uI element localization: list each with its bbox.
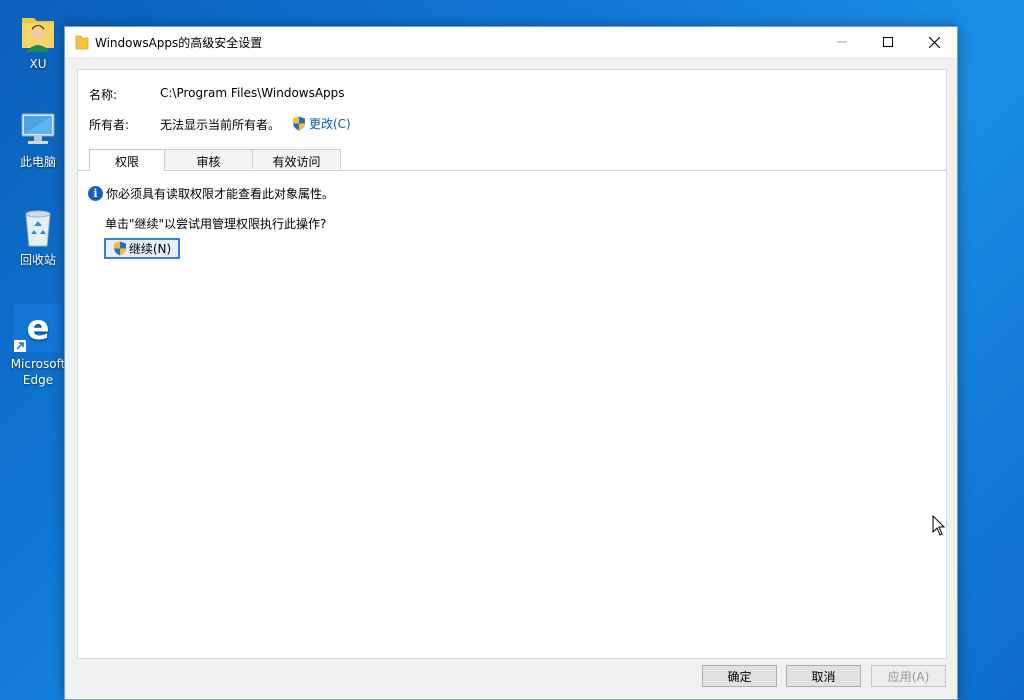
mouse-cursor-icon <box>932 514 946 540</box>
desktop-icon-edge[interactable]: e Microsoft Edge <box>6 304 70 388</box>
desktop-icon-label: XU <box>29 57 47 71</box>
apply-button[interactable]: 应用(A) <box>871 665 946 687</box>
permission-notice: i 你必须具有读取权限才能查看此对象属性。 <box>88 185 334 202</box>
continue-button[interactable]: 继续(N) <box>104 238 180 259</box>
maximize-icon <box>883 37 893 47</box>
continue-label: 继续(N) <box>128 242 172 256</box>
uac-shield-icon <box>113 241 126 256</box>
window-client-area: 名称: C:\Program Files\WindowsApps 所有者: 无法… <box>65 57 957 699</box>
edge-icon: e <box>14 304 62 352</box>
name-value: C:\Program Files\WindowsApps <box>160 86 345 100</box>
user-folder-icon <box>16 10 60 54</box>
window-title: WindowsApps的高级安全设置 <box>95 36 263 50</box>
info-icon: i <box>88 186 103 201</box>
advanced-security-settings-window: WindowsApps的高级安全设置 名称: C:\Program Files\… <box>64 26 958 700</box>
title-bar[interactable]: WindowsApps的高级安全设置 <box>65 27 957 57</box>
settings-panel: 名称: C:\Program Files\WindowsApps 所有者: 无法… <box>77 69 947 659</box>
recycle-bin-icon <box>16 206 60 250</box>
tab-effective-access[interactable]: 有效访问 <box>252 149 341 169</box>
desktop-icon-label: Microsoft Edge <box>10 357 66 387</box>
close-button[interactable] <box>911 27 957 57</box>
owner-label: 所有者: <box>89 118 130 132</box>
maximize-button[interactable] <box>865 27 911 57</box>
name-label: 名称: <box>89 88 118 102</box>
tab-bar: 权限 审核 有效访问 <box>89 149 341 171</box>
ok-button[interactable]: 确定 <box>702 665 777 687</box>
uac-shield-icon <box>293 116 305 131</box>
change-owner-label: 更改(C) <box>309 117 351 131</box>
tab-permissions[interactable]: 权限 <box>89 149 165 171</box>
instruction-text: 单击"继续"以尝试用管理权限执行此操作? <box>105 217 327 231</box>
svg-text:e: e <box>26 308 49 348</box>
tab-label: 审核 <box>196 155 221 169</box>
desktop-icon-user-folder[interactable]: XU <box>6 10 70 72</box>
tab-auditing[interactable]: 审核 <box>164 149 253 169</box>
computer-icon <box>16 108 60 152</box>
desktop-icon-recycle-bin[interactable]: 回收站 <box>6 206 70 268</box>
owner-value: 无法显示当前所有者。 <box>160 118 281 132</box>
desktop-icon-label: 回收站 <box>19 253 56 267</box>
cancel-button[interactable]: 取消 <box>786 665 861 687</box>
notice-text: 你必须具有读取权限才能查看此对象属性。 <box>106 187 335 201</box>
folder-icon <box>75 34 89 53</box>
tab-label: 权限 <box>114 155 139 169</box>
minimize-icon <box>837 41 847 43</box>
tab-label: 有效访问 <box>272 155 321 169</box>
desktop-icon-label: 此电脑 <box>19 155 56 169</box>
desktop-icon-this-pc[interactable]: 此电脑 <box>6 108 70 170</box>
minimize-button[interactable] <box>819 27 865 57</box>
close-icon <box>928 36 940 48</box>
change-owner-link[interactable]: 更改(C) <box>292 115 351 132</box>
